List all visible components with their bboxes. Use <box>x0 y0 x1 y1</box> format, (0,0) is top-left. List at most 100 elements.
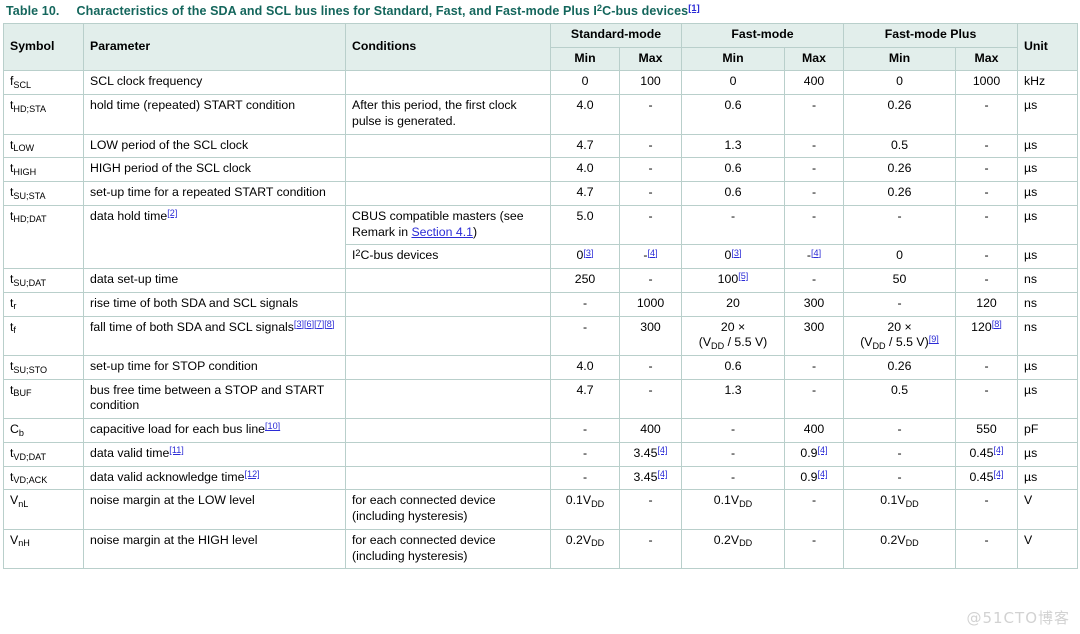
cell-parameter: fall time of both SDA and SCL signals[3]… <box>83 315 346 357</box>
cell-value: - <box>811 382 817 397</box>
col-header-sm-min: Min <box>550 46 620 72</box>
footnote-link[interactable]: [4] <box>647 248 657 258</box>
cell-value: - <box>648 532 653 547</box>
cell-symbol: tSU;STO <box>3 355 84 380</box>
col-header-sm-max: Max <box>619 46 682 72</box>
cell-fastplus-min: - <box>843 465 956 491</box>
symbol-subscript: HD;DAT <box>13 214 47 225</box>
footnote-link[interactable]: [4] <box>657 469 667 479</box>
cell-fast-min: - <box>681 204 785 246</box>
footnote-link[interactable]: [4] <box>811 248 821 258</box>
symbol-subscript: SCL <box>13 80 32 91</box>
cell-fast-max: 400 <box>784 70 844 96</box>
cell-value: 0.2VDD <box>713 532 753 549</box>
table-header: Symbol Parameter Conditions Standard-mod… <box>3 22 1078 72</box>
cell-value: 0.45 <box>969 469 994 484</box>
cell-value: - <box>897 469 902 484</box>
cell-conditions: for each connected device (including hys… <box>345 528 551 570</box>
cell-conditions <box>345 291 551 317</box>
cell-value: - <box>730 469 736 484</box>
cell-standard-max: 3.45[4] <box>619 441 682 467</box>
cell-conditions <box>345 133 551 159</box>
cell-symbol: tSU;STA <box>3 181 84 206</box>
cell-value: 300 <box>803 319 825 334</box>
cell-value: 0.45 <box>969 445 994 460</box>
cell-fast-max: - <box>784 489 844 530</box>
cell-unit: µs <box>1017 181 1078 206</box>
cell-fastplus-max: 120 <box>955 291 1018 317</box>
cell-fast-max: - <box>784 157 844 183</box>
cell-value: - <box>648 161 653 176</box>
footnote-link[interactable]: [10] <box>265 421 280 431</box>
cell-fastplus-min: 0.26 <box>843 157 956 183</box>
cell-value: 0.6 <box>724 359 742 374</box>
col-header-symbol: Symbol <box>3 22 84 72</box>
cell-value: - <box>811 493 817 508</box>
cell-fast-max: - <box>784 133 844 159</box>
footnote-link[interactable]: [3] <box>731 248 741 258</box>
cell-fast-min: 100[5] <box>681 268 785 293</box>
cell-value: - <box>811 185 817 200</box>
cell-fastplus-max: 120[8] <box>955 315 1018 357</box>
cell-unit: ns <box>1017 291 1078 317</box>
symbol-subscript: BUF <box>13 388 32 399</box>
cell-fastplus-min: 0.5 <box>843 378 956 420</box>
cell-value: 0.2VDD <box>880 532 919 549</box>
footnote-link[interactable]: [9] <box>929 334 939 344</box>
i2c-superscript: 2 <box>355 247 361 258</box>
cell-value: 0.26 <box>887 161 912 176</box>
footnote-link[interactable]: [3][6][7][8] <box>294 319 334 329</box>
footnote-link[interactable]: [2] <box>167 208 177 218</box>
cell-parameter: noise margin at the HIGH level <box>83 528 346 570</box>
cell-standard-max: - <box>619 204 682 246</box>
cell-conditions <box>345 465 551 491</box>
footnote-link-1[interactable]: [1] <box>688 3 700 13</box>
footnote-link[interactable]: [4] <box>817 469 827 479</box>
cell-standard-min: 0[3] <box>550 244 620 270</box>
cell-fastplus-min: 0.1VDD <box>843 489 956 530</box>
cell-fast-min: 0.6 <box>681 157 785 183</box>
cell-value: - <box>984 208 989 223</box>
cell-value: 4.7 <box>576 185 594 200</box>
table-caption: Table 10. Characteristics of the SDA and … <box>0 0 1080 23</box>
cell-fast-max: - <box>784 268 844 293</box>
cell-standard-max: 300 <box>619 315 682 357</box>
section-link[interactable]: Section 4.1 <box>411 225 473 239</box>
cell-unit: µs <box>1017 94 1078 135</box>
cell-standard-min: 0.1VDD <box>550 489 620 530</box>
footnote-link[interactable]: [8] <box>992 319 1002 329</box>
table-row: tSU;DAT data set-up time 250 - 100[5] - 50 - ns <box>3 268 1078 293</box>
footnote-link[interactable]: [5] <box>738 271 748 281</box>
cell-fastplus-min: 0.26 <box>843 181 956 206</box>
symbol-subscript: f <box>13 325 16 336</box>
footnote-link[interactable]: [4] <box>993 469 1003 479</box>
footnote-link[interactable]: [12] <box>245 469 260 479</box>
footnote-link[interactable]: [3] <box>583 248 593 258</box>
cell-value: 0.6 <box>724 98 742 113</box>
cell-unit: µs <box>1017 244 1078 270</box>
cell-unit: µs <box>1017 441 1078 467</box>
symbol-subscript: LOW <box>13 143 35 154</box>
cell-value: 4.0 <box>576 359 594 374</box>
footnote-link[interactable]: [11] <box>169 445 184 455</box>
cell-fast-min: 0.6 <box>681 94 785 135</box>
cell-conditions <box>345 441 551 467</box>
symbol-subscript: nL <box>18 498 29 509</box>
cell-value: - <box>582 319 588 334</box>
footnote-link[interactable]: [4] <box>993 445 1003 455</box>
cell-parameter: data set-up time <box>83 268 346 293</box>
cell-unit: µs <box>1017 355 1078 380</box>
footnote-link[interactable]: [4] <box>817 445 827 455</box>
table-row: tSU;STA set-up time for a repeated START … <box>3 181 1078 206</box>
cell-unit: ns <box>1017 268 1078 293</box>
cell-value: 120 <box>976 295 997 310</box>
cell-fast-min: 1.3 <box>681 378 785 420</box>
cell-symbol: tr <box>3 291 84 317</box>
footnote-link[interactable]: [4] <box>657 445 667 455</box>
cell-fastplus-min: 0.5 <box>843 133 956 159</box>
table-row: Cb capacitive load for each bus line[10] -… <box>3 418 1078 443</box>
cell-fastplus-max: 0.45[4] <box>955 465 1018 491</box>
cell-fast-min: 20 <box>681 291 785 317</box>
cell-value: 4.0 <box>576 161 594 176</box>
cell-symbol: tHD;DAT <box>3 204 84 270</box>
